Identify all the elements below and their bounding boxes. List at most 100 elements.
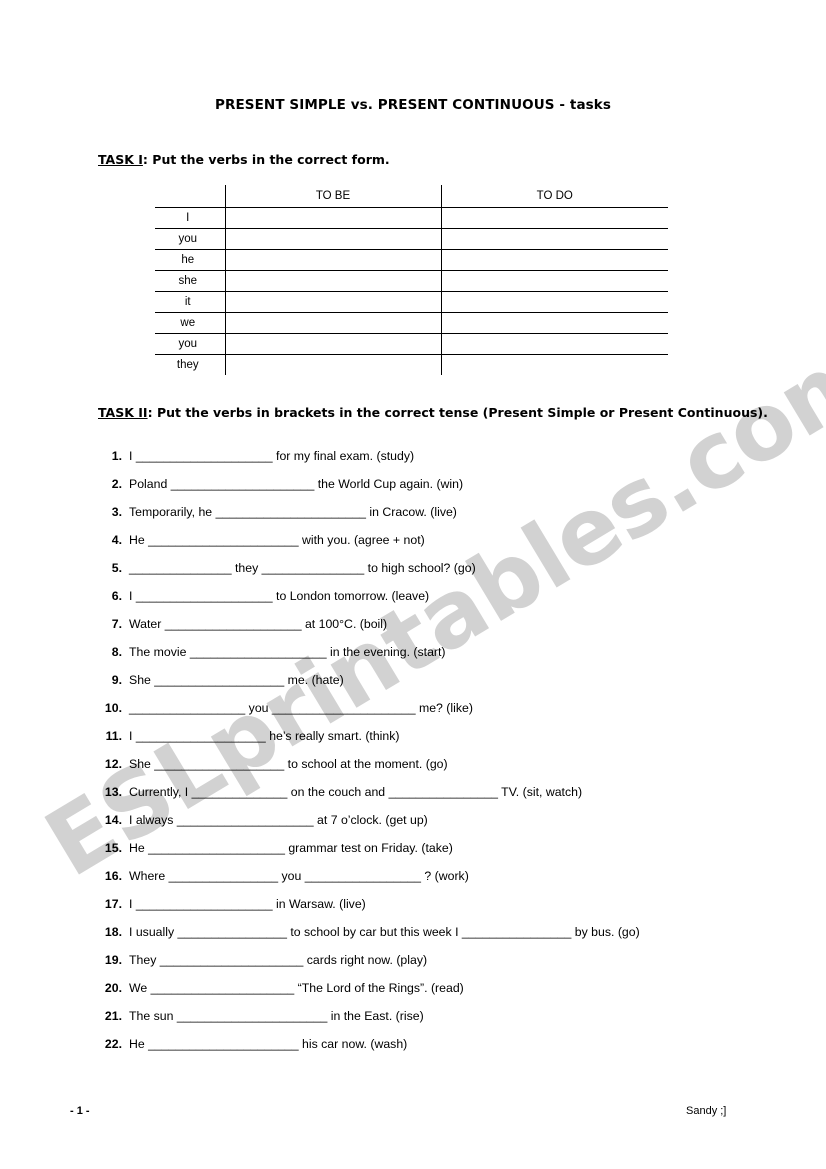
exercise-sentence[interactable]: He ______________________ with you. (agr… xyxy=(129,530,425,550)
table-row: we xyxy=(155,312,668,334)
exercise-number: 22. xyxy=(104,1037,122,1051)
answer-cell-to-do[interactable] xyxy=(440,354,668,375)
task-2-label: TASK II xyxy=(98,405,148,420)
answer-cell-to-be[interactable] xyxy=(224,354,441,375)
exercise-sentence[interactable]: I always ____________________ at 7 o’clo… xyxy=(129,810,428,830)
answer-cell-to-be[interactable] xyxy=(224,291,441,313)
exercise-sentence[interactable]: I ____________________ in Warsaw. (live) xyxy=(129,894,366,914)
task-2-instruction: Put the verbs in brackets in the correct… xyxy=(156,405,768,420)
exercise-number: 10. xyxy=(104,701,122,715)
answer-cell-to-be[interactable] xyxy=(224,270,441,292)
pronoun-label: I xyxy=(155,207,225,229)
table-header-row: TO BE TO DO xyxy=(155,185,668,208)
exercise-item: 10. _________________ you ______________… xyxy=(98,698,798,726)
exercise-sentence[interactable]: She ___________________ me. (hate) xyxy=(129,670,344,690)
table-row: you xyxy=(155,333,668,355)
exercise-sentence[interactable]: The sun ______________________ in the Ea… xyxy=(129,1006,424,1026)
exercise-item: 4. He ______________________ with you. (… xyxy=(98,530,798,558)
table-row: I xyxy=(155,207,668,229)
exercise-sentence[interactable]: Water ____________________ at 100°C. (bo… xyxy=(129,614,387,634)
exercise-number: 12. xyxy=(104,757,122,771)
pronoun-label: it xyxy=(155,291,225,313)
exercise-number: 13. xyxy=(104,785,122,799)
answer-cell-to-do[interactable] xyxy=(440,312,668,334)
exercise-sentence[interactable]: The movie ____________________ in the ev… xyxy=(129,642,446,662)
answer-cell-to-do[interactable] xyxy=(440,333,668,355)
column-header-to-be: TO BE xyxy=(224,185,441,208)
exercise-sentence[interactable]: He ______________________ his car now. (… xyxy=(129,1034,407,1054)
exercise-sentence[interactable]: I ____________________ to London tomorro… xyxy=(129,586,429,606)
exercise-item: 13. Currently, I ______________ on the c… xyxy=(98,782,798,810)
answer-cell-to-be[interactable] xyxy=(224,249,441,271)
answer-cell-to-do[interactable] xyxy=(440,207,668,229)
exercise-number: 4. xyxy=(111,533,122,547)
exercise-item: 17. I ____________________ in Warsaw. (l… xyxy=(98,894,798,922)
exercise-number: 9. xyxy=(111,673,122,687)
exercise-sentence[interactable]: Poland _____________________ the World C… xyxy=(129,474,463,494)
task-1-instruction: Put the verbs in the correct form. xyxy=(152,152,390,167)
exercise-item: 8. The movie ____________________ in the… xyxy=(98,642,798,670)
pronoun-label: he xyxy=(155,249,225,271)
author-credit: Sandy ;] xyxy=(686,1105,727,1117)
exercise-sentence[interactable]: _________________ you __________________… xyxy=(129,698,473,718)
pronoun-label: we xyxy=(155,312,225,334)
exercise-number: 19. xyxy=(104,953,122,967)
pronoun-label: you xyxy=(155,333,225,355)
exercise-item: 16. Where ________________ you _________… xyxy=(98,866,798,894)
table-row: he xyxy=(155,249,668,271)
exercise-number: 5. xyxy=(111,561,122,575)
exercise-item: 5. _______________ they _______________ … xyxy=(98,558,798,586)
table-row: you xyxy=(155,228,668,250)
pronoun-label: you xyxy=(155,228,225,250)
answer-cell-to-be[interactable] xyxy=(224,333,441,355)
exercise-number: 15. xyxy=(104,841,122,855)
answer-cell-to-do[interactable] xyxy=(440,249,668,271)
table-row: she xyxy=(155,270,668,292)
exercise-sentence[interactable]: She ___________________ to school at the… xyxy=(129,754,448,774)
exercise-item: 11. I ___________________ he’s really sm… xyxy=(98,726,798,754)
exercise-sentence[interactable]: We _____________________ “The Lord of th… xyxy=(129,978,464,998)
task-1-label: TASK I xyxy=(98,152,143,167)
exercise-item: 6. I ____________________ to London tomo… xyxy=(98,586,798,614)
column-header-pronoun xyxy=(155,185,225,208)
exercise-sentence[interactable]: I ____________________ for my final exam… xyxy=(129,446,414,466)
exercise-sentence[interactable]: They _____________________ cards right n… xyxy=(129,950,427,970)
answer-cell-to-do[interactable] xyxy=(440,228,668,250)
exercise-item: 15. He ____________________ grammar test… xyxy=(98,838,798,866)
answer-cell-to-do[interactable] xyxy=(440,291,668,313)
exercise-item: 7. Water ____________________ at 100°C. … xyxy=(98,614,798,642)
exercise-sentence[interactable]: He ____________________ grammar test on … xyxy=(129,838,453,858)
exercise-item: 14. I always ____________________ at 7 o… xyxy=(98,810,798,838)
exercise-number: 11. xyxy=(105,729,122,743)
exercise-sentence[interactable]: Where ________________ you _____________… xyxy=(129,866,469,886)
task-2-heading: TASK II: Put the verbs in brackets in th… xyxy=(98,405,768,420)
exercise-number: 1. xyxy=(111,449,122,463)
exercise-sentence[interactable]: _______________ they _______________ to … xyxy=(129,558,476,578)
answer-cell-to-be[interactable] xyxy=(224,228,441,250)
answer-cell-to-be[interactable] xyxy=(224,312,441,334)
exercise-number: 14. xyxy=(104,813,122,827)
worksheet-page: ESLprintables.com PRESENT SIMPLE vs. PRE… xyxy=(0,0,826,1169)
table-row: it xyxy=(155,291,668,313)
exercise-number: 18. xyxy=(104,925,122,939)
answer-cell-to-do[interactable] xyxy=(440,270,668,292)
exercise-sentence[interactable]: I ___________________ he’s really smart.… xyxy=(129,726,399,746)
exercise-number: 16. xyxy=(104,869,122,883)
exercise-number: 20. xyxy=(104,981,122,995)
exercise-sentence[interactable]: Currently, I ______________ on the couch… xyxy=(129,782,582,802)
exercise-item: 3. Temporarily, he _____________________… xyxy=(98,502,798,530)
table-row: they xyxy=(155,354,668,375)
exercise-number: 3. xyxy=(111,505,122,519)
task-1-separator: : xyxy=(142,152,153,167)
answer-cell-to-be[interactable] xyxy=(224,207,441,229)
exercise-sentence[interactable]: Temporarily, he ______________________ i… xyxy=(129,502,457,522)
exercise-sentence[interactable]: I usually ________________ to school by … xyxy=(129,922,640,942)
exercise-item: 22. He ______________________ his car no… xyxy=(98,1034,798,1062)
page-number: - 1 - xyxy=(70,1105,90,1117)
exercise-number: 7. xyxy=(111,617,122,631)
task-2-separator: : xyxy=(147,405,157,420)
task-1-heading: TASK I: Put the verbs in the correct for… xyxy=(98,152,390,167)
exercise-number: 8. xyxy=(111,645,122,659)
pronoun-label: they xyxy=(176,359,199,371)
conjugation-table: TO BE TO DO I you he she it we you they xyxy=(155,185,668,375)
